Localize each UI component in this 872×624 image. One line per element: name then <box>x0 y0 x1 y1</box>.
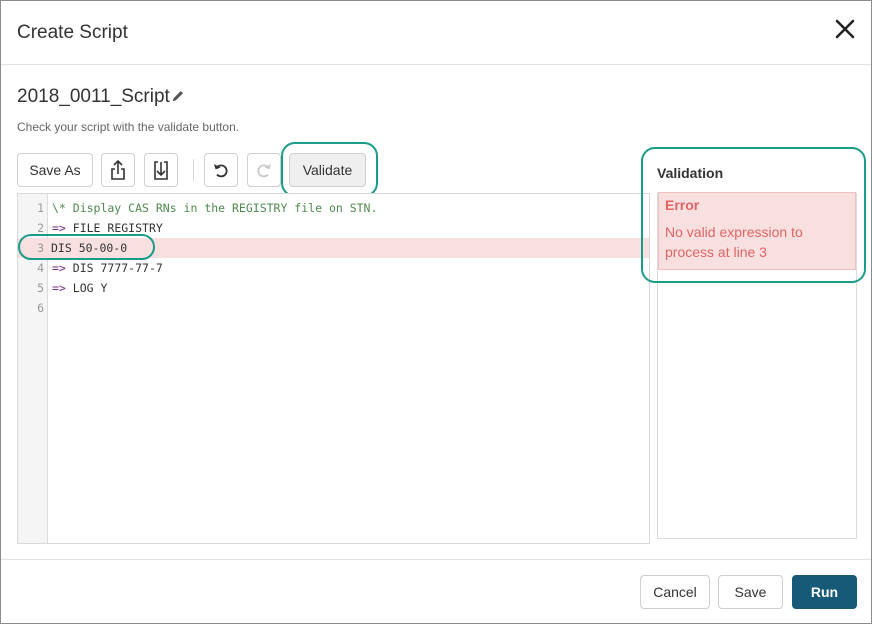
code-line: 1 \* Display CAS RNs in the REGISTRY fil… <box>18 198 649 218</box>
code-line: 4 => DIS 7777-77-7 <box>18 258 649 278</box>
upload-icon <box>109 160 127 180</box>
toolbar-separator <box>193 159 194 181</box>
validation-highlight <box>641 147 866 283</box>
run-button[interactable]: Run <box>792 575 857 609</box>
footer-divider <box>1 559 871 560</box>
script-name: 2018_0011_Script <box>17 86 170 107</box>
line-number: 1 <box>37 201 44 215</box>
pencil-icon[interactable] <box>171 89 185 103</box>
upload-button[interactable] <box>101 153 135 187</box>
code-text: DIS 7777-77-7 <box>65 261 163 275</box>
cancel-button[interactable]: Cancel <box>640 575 710 609</box>
line-number: 5 <box>37 281 44 295</box>
create-script-dialog: Create Script 2018_0011_Script Check you… <box>0 0 872 624</box>
line-number: 6 <box>37 301 44 315</box>
undo-button[interactable] <box>204 153 238 187</box>
code-text: FILE REGISTRY <box>65 221 163 235</box>
code-text: LOG Y <box>65 281 108 295</box>
download-button[interactable] <box>144 153 178 187</box>
download-icon <box>152 160 170 180</box>
error-line-highlight <box>18 234 155 260</box>
code-line: 5 => LOG Y <box>18 278 649 298</box>
close-icon[interactable] <box>833 17 857 41</box>
undo-icon <box>212 161 230 179</box>
code-text: \* Display CAS RNs in the REGISTRY file … <box>52 201 378 215</box>
prompt-arrow: => <box>52 261 66 275</box>
prompt-arrow: => <box>52 221 66 235</box>
save-as-button[interactable]: Save As <box>17 153 93 187</box>
redo-button[interactable] <box>247 153 281 187</box>
dialog-header: Create Script <box>1 1 871 65</box>
prompt-arrow: => <box>52 281 66 295</box>
line-number: 4 <box>37 261 44 275</box>
script-hint: Check your script with the validate butt… <box>17 120 240 134</box>
redo-icon <box>255 161 273 179</box>
dialog-title: Create Script <box>17 22 128 43</box>
code-line: 6 <box>18 298 649 318</box>
save-button[interactable]: Save <box>718 575 783 609</box>
validate-highlight <box>281 142 378 197</box>
